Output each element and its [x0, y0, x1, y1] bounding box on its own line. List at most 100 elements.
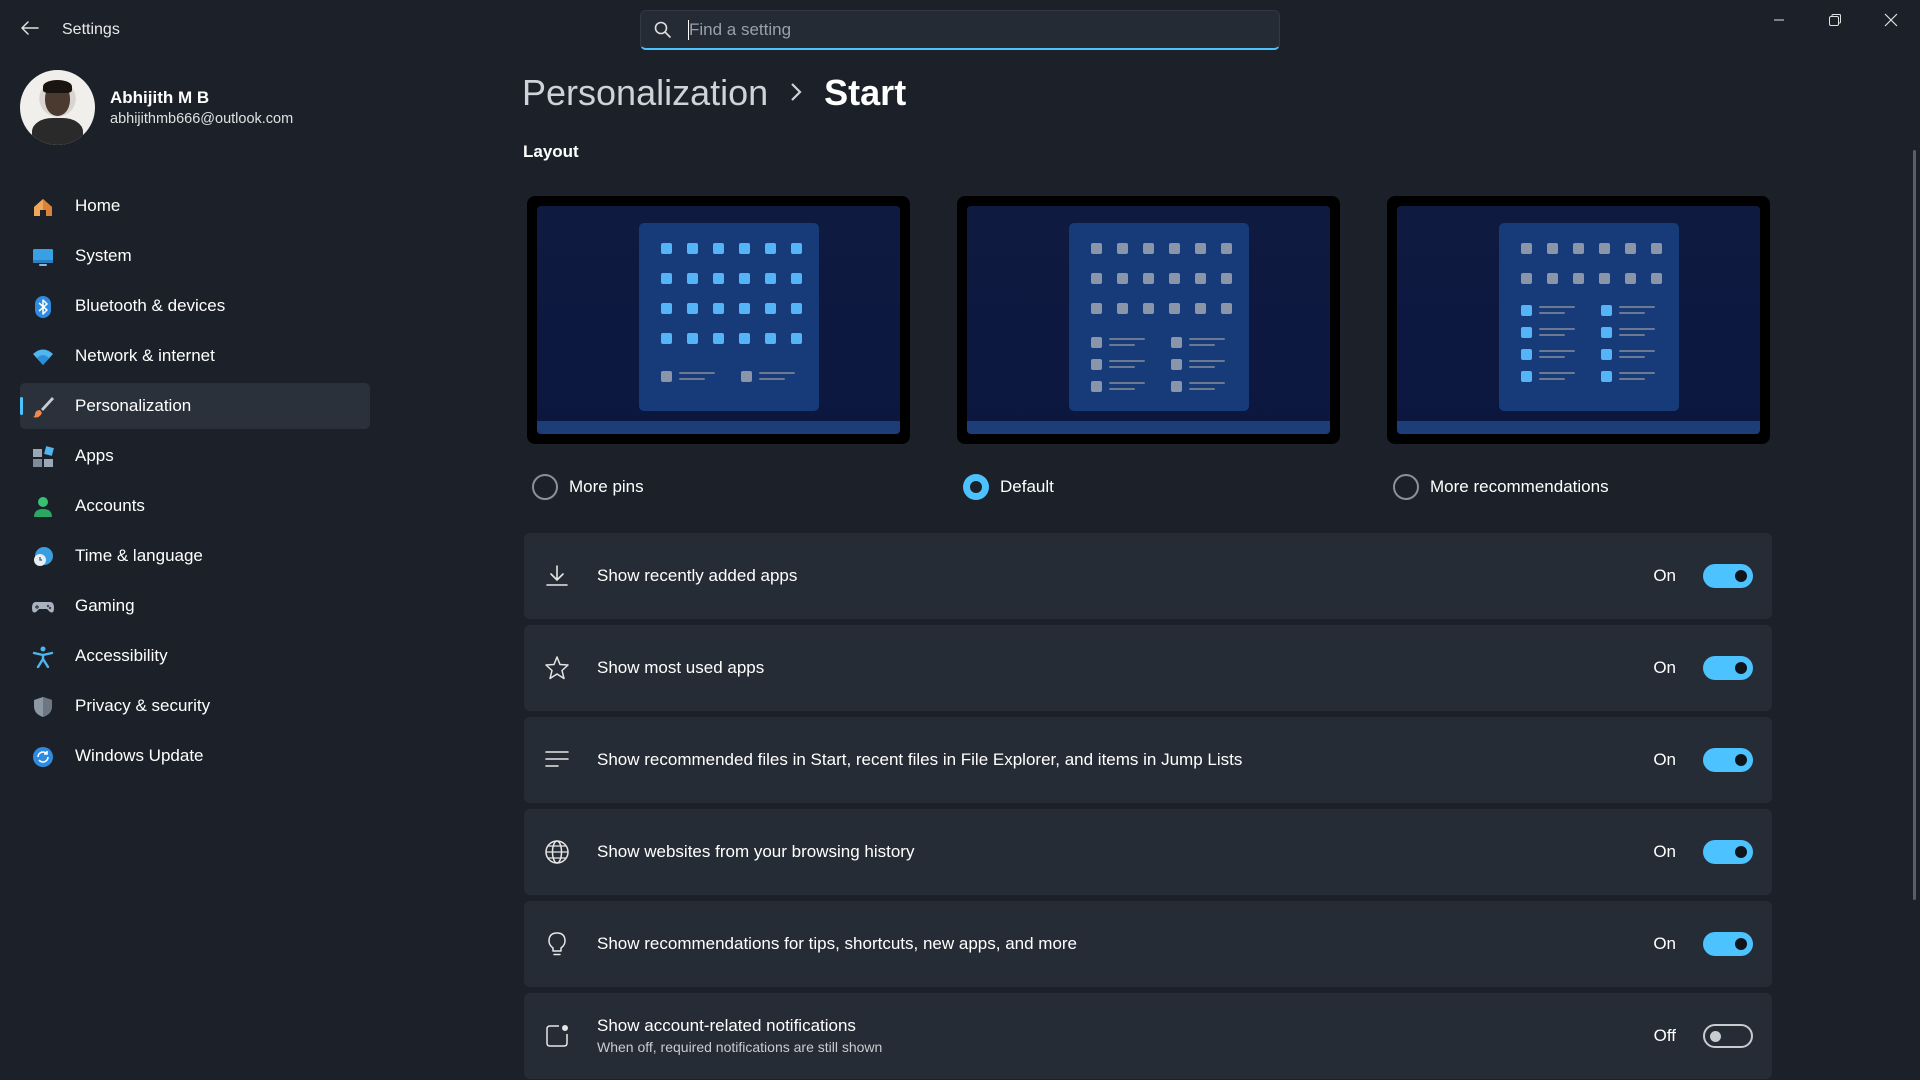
preview-tile: [765, 243, 776, 254]
preview-tile: [661, 243, 672, 254]
radio-label: More pins: [569, 477, 644, 496]
preview-tile: [1117, 273, 1128, 284]
toggle-switch[interactable]: [1703, 1024, 1753, 1048]
setting-tips-recommendations: Show recommendations for tips, shortcuts…: [524, 901, 1772, 987]
preview-tile: [1547, 273, 1558, 284]
sidebar-item-privacy[interactable]: Privacy & security: [20, 683, 370, 729]
preview-tile: [1521, 371, 1532, 382]
home-icon: [34, 199, 52, 216]
preview-line: [1619, 378, 1645, 380]
avatar[interactable]: [20, 70, 95, 145]
radio-button[interactable]: [532, 474, 558, 500]
radio-more-recommendations[interactable]: More recommendations: [1393, 474, 1609, 500]
back-button[interactable]: [16, 14, 44, 42]
preview-start-menu: [639, 223, 819, 411]
section-title-layout: Layout: [523, 142, 579, 161]
sidebar-item-home[interactable]: Home: [20, 183, 370, 229]
setting-websites-history: Show websites from your browsing history…: [524, 809, 1772, 895]
preview-tile: [661, 333, 672, 344]
preview-screen: [537, 206, 900, 434]
sidebar-item-label: System: [75, 246, 132, 265]
preview-line: [1109, 344, 1135, 346]
user-name: Abhijith M B: [110, 88, 210, 107]
sidebar-item-bluetooth[interactable]: Bluetooth & devices: [20, 283, 370, 329]
minimize-icon: [1774, 19, 1784, 21]
sidebar-item-apps[interactable]: Apps: [20, 433, 370, 479]
preview-line: [1619, 350, 1655, 352]
preview-tile: [1547, 243, 1558, 254]
preview-line: [1539, 334, 1565, 336]
search-box[interactable]: [640, 10, 1280, 50]
preview-tile: [687, 243, 698, 254]
preview-tile: [661, 371, 672, 382]
update-icon: [33, 747, 53, 767]
preview-line: [1189, 388, 1215, 390]
preview-tile: [1601, 305, 1612, 316]
preview-tile: [739, 333, 750, 344]
layout-preview-default[interactable]: [957, 196, 1340, 444]
download-icon: [546, 565, 568, 586]
preview-line: [1539, 328, 1575, 330]
system-icon: [33, 249, 53, 266]
preview-line: [1539, 378, 1565, 380]
toggle-switch[interactable]: [1703, 564, 1753, 588]
toggle-switch[interactable]: [1703, 748, 1753, 772]
sidebar-item-network[interactable]: Network & internet: [20, 333, 370, 379]
sidebar-item-gaming[interactable]: Gaming: [20, 583, 370, 629]
close-button[interactable]: [1864, 4, 1918, 36]
clock-globe-icon: [34, 547, 53, 566]
preview-tile: [1601, 349, 1612, 360]
radio-label: More recommendations: [1430, 477, 1609, 496]
radio-more-pins[interactable]: More pins: [532, 474, 644, 500]
sidebar-item-accounts[interactable]: Accounts: [20, 483, 370, 529]
radio-button-selected[interactable]: [963, 474, 989, 500]
setting-label: Show websites from your browsing history: [597, 842, 915, 861]
preview-tile: [1521, 327, 1532, 338]
search-icon: [654, 21, 671, 38]
sidebar-item-system[interactable]: System: [20, 233, 370, 279]
preview-tile: [1117, 243, 1128, 254]
search-input[interactable]: [689, 15, 1259, 45]
preview-line: [1539, 372, 1575, 374]
brush-icon: [33, 397, 54, 418]
toggle-switch[interactable]: [1703, 656, 1753, 680]
preview-line: [1539, 356, 1565, 358]
layout-preview-more-recommendations[interactable]: [1387, 196, 1770, 444]
preview-tile: [1091, 359, 1102, 370]
setting-most-used-apps: Show most used apps On: [524, 625, 1772, 711]
arrow-left-icon: [21, 21, 39, 35]
toggle-switch[interactable]: [1703, 840, 1753, 864]
sidebar-item-accessibility[interactable]: Accessibility: [20, 633, 370, 679]
radio-button[interactable]: [1393, 474, 1419, 500]
preview-line: [1619, 312, 1645, 314]
toggle-state-text: On: [1653, 934, 1676, 953]
restore-button[interactable]: [1808, 4, 1862, 36]
sidebar-item-time-language[interactable]: Time & language: [20, 533, 370, 579]
preview-tile: [1171, 337, 1182, 348]
layout-preview-more-pins[interactable]: [527, 196, 910, 444]
preview-tile: [1171, 359, 1182, 370]
minimize-button[interactable]: [1752, 4, 1806, 36]
sidebar-item-windows-update[interactable]: Windows Update: [20, 733, 370, 779]
preview-tile: [1601, 327, 1612, 338]
globe-icon: [545, 840, 569, 864]
breadcrumb-parent[interactable]: Personalization: [522, 72, 768, 114]
toggle-state-text: On: [1653, 842, 1676, 861]
preview-tile: [1521, 243, 1532, 254]
toggle-switch[interactable]: [1703, 932, 1753, 956]
preview-start-menu: [1069, 223, 1249, 411]
preview-tile: [1625, 273, 1636, 284]
preview-tile: [713, 273, 724, 284]
preview-line: [679, 372, 715, 374]
setting-label: Show recently added apps: [597, 566, 798, 585]
preview-tile: [791, 303, 802, 314]
preview-tile: [1091, 303, 1102, 314]
preview-tile: [713, 303, 724, 314]
preview-tile: [791, 243, 802, 254]
sidebar-item-personalization[interactable]: Personalization: [20, 383, 370, 429]
preview-tile: [1573, 243, 1584, 254]
preview-line: [759, 372, 795, 374]
radio-default[interactable]: Default: [963, 474, 1054, 500]
scrollbar[interactable]: [1913, 150, 1916, 900]
preview-tile: [1091, 273, 1102, 284]
